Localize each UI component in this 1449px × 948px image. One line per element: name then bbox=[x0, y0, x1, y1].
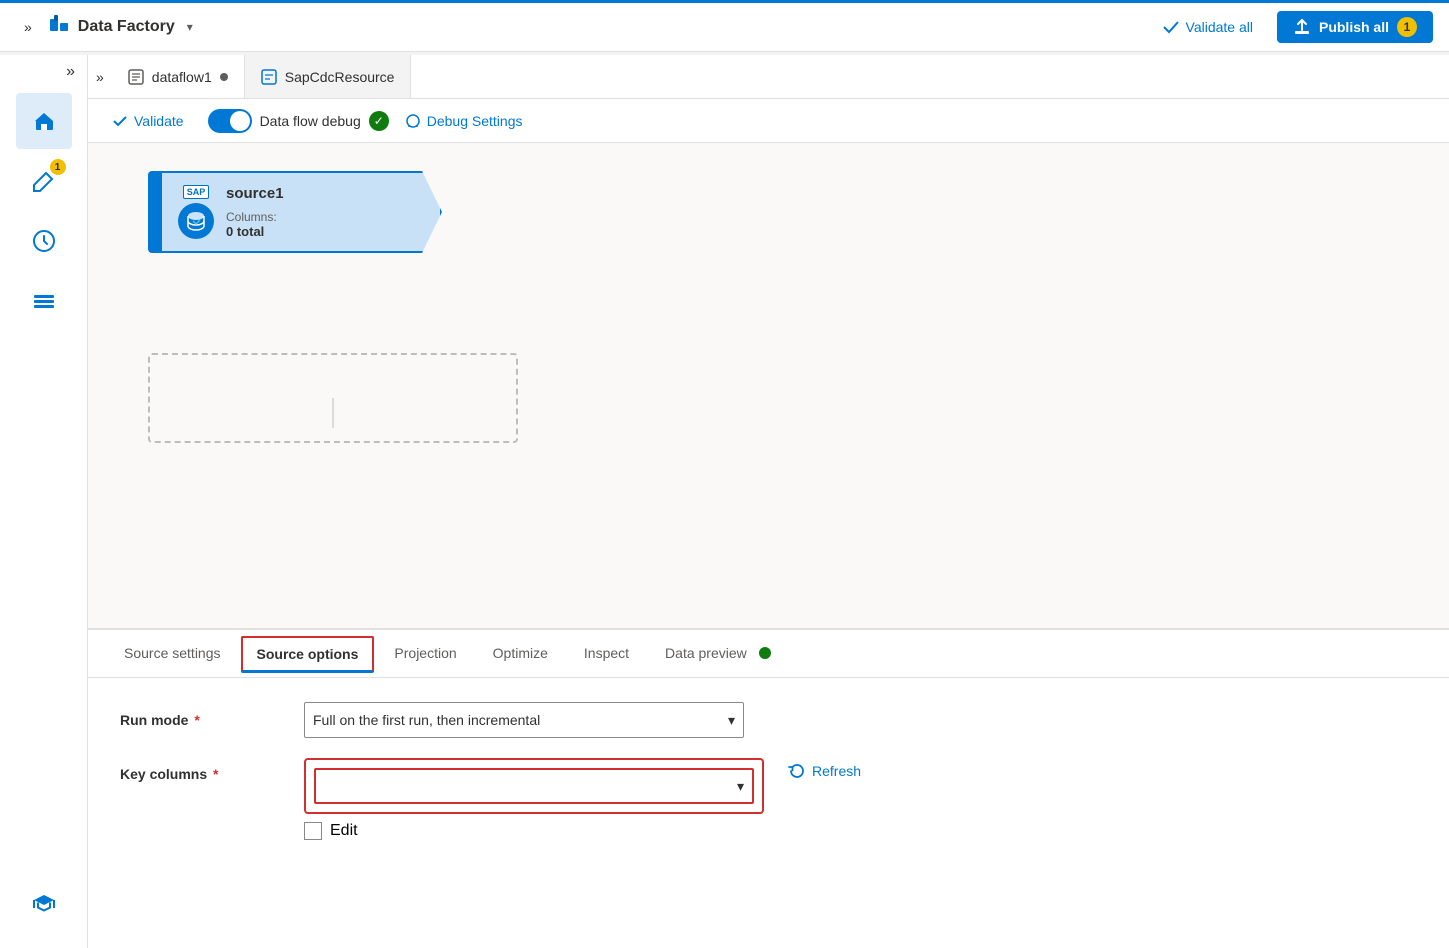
edit-label: Edit bbox=[330, 822, 358, 840]
validate-all-button[interactable]: Validate all bbox=[1154, 14, 1261, 40]
sidebar-item-home[interactable] bbox=[16, 93, 72, 149]
run-mode-dropdown-icon: ▾ bbox=[728, 712, 735, 729]
sidebar-item-monitor[interactable] bbox=[16, 213, 72, 269]
tab-sapcdc-label: SapCdcResource bbox=[285, 69, 395, 85]
tab-data-preview[interactable]: Data preview bbox=[649, 635, 787, 674]
data-flow-debug-toggle-container: Data flow debug ✓ bbox=[208, 109, 389, 133]
tab-dataflow1[interactable]: dataflow1 bbox=[112, 55, 245, 98]
tab-projection[interactable]: Projection bbox=[378, 635, 472, 674]
factory-icon bbox=[48, 13, 70, 41]
columns-label: Columns: bbox=[226, 210, 380, 224]
source-db-icon bbox=[178, 203, 214, 239]
edit-badge: 1 bbox=[50, 159, 66, 175]
sidebar-item-manage[interactable] bbox=[16, 273, 72, 329]
validate-all-label: Validate all bbox=[1186, 19, 1253, 35]
publish-all-label: Publish all bbox=[1319, 19, 1389, 35]
top-bar-left: » Data Factory ▾ bbox=[16, 13, 193, 41]
factory-name: Data Factory bbox=[78, 18, 175, 36]
placeholder-node bbox=[148, 353, 518, 443]
sidebar: » 1 bbox=[0, 55, 88, 948]
key-columns-label: Key columns * bbox=[120, 766, 280, 782]
tab-expand-icon[interactable]: » bbox=[96, 69, 104, 85]
key-columns-required: * bbox=[209, 766, 218, 782]
key-columns-dropdown-icon: ▾ bbox=[737, 778, 744, 795]
source-name: source1 bbox=[226, 185, 380, 202]
nav-expand-icon[interactable]: » bbox=[24, 19, 32, 35]
add-node-button[interactable]: + bbox=[428, 243, 456, 271]
placeholder-line bbox=[333, 398, 334, 428]
source-info: source1 Columns: 0 total bbox=[226, 185, 380, 239]
tab-bar: » dataflow1 SapCdcResource bbox=[88, 55, 1449, 99]
run-mode-row: Run mode * Full on the first run, then i… bbox=[120, 702, 1417, 738]
source-node-body[interactable]: SAP source1 Columns: bbox=[162, 171, 442, 253]
debug-settings-label: Debug Settings bbox=[427, 113, 523, 129]
sidebar-expand[interactable]: » bbox=[0, 63, 87, 81]
debug-settings-button[interactable]: Debug Settings bbox=[405, 113, 523, 129]
sidebar-item-edit[interactable]: 1 bbox=[16, 153, 72, 209]
sap-label: SAP bbox=[183, 185, 210, 199]
expand-icon[interactable]: » bbox=[66, 63, 75, 81]
tab-source-settings[interactable]: Source settings bbox=[108, 635, 237, 674]
debug-status-icon: ✓ bbox=[369, 111, 389, 131]
canvas-area: SAP source1 Columns: bbox=[88, 143, 1449, 628]
tab-unsaved-dot bbox=[220, 73, 228, 81]
publish-badge: 1 bbox=[1397, 17, 1417, 37]
tab-sapcdc[interactable]: SapCdcResource bbox=[245, 55, 412, 98]
sidebar-item-learn[interactable] bbox=[16, 876, 72, 932]
refresh-label: Refresh bbox=[812, 763, 861, 779]
tab-inspect[interactable]: Inspect bbox=[568, 635, 645, 674]
main-content: » dataflow1 SapCdcResource Validate Data… bbox=[88, 55, 1449, 948]
run-mode-value: Full on the first run, then incremental bbox=[313, 712, 540, 728]
source-icon-area: SAP bbox=[178, 185, 214, 239]
data-preview-status-dot bbox=[759, 647, 771, 659]
bottom-panel: Source settings Source options Projectio… bbox=[88, 628, 1449, 948]
tab-dataflow1-label: dataflow1 bbox=[152, 69, 212, 85]
top-bar: » Data Factory ▾ Validate all Publish al… bbox=[0, 0, 1449, 52]
factory-dropdown-icon[interactable]: ▾ bbox=[187, 20, 193, 34]
run-mode-required: * bbox=[190, 712, 199, 728]
refresh-button[interactable]: Refresh bbox=[788, 762, 861, 780]
tab-source-options[interactable]: Source options bbox=[241, 636, 375, 673]
toolbar: Validate Data flow debug ✓ Debug Setting… bbox=[88, 99, 1449, 143]
data-flow-debug-toggle[interactable] bbox=[208, 109, 252, 133]
publish-all-button[interactable]: Publish all 1 bbox=[1277, 11, 1433, 43]
panel-tabs: Source settings Source options Projectio… bbox=[88, 630, 1449, 678]
source-node-left-bar bbox=[148, 171, 162, 253]
key-columns-select[interactable]: ▾ bbox=[314, 768, 754, 804]
run-mode-label: Run mode * bbox=[120, 712, 280, 728]
data-flow-debug-label: Data flow debug bbox=[260, 113, 361, 129]
edit-row: Edit bbox=[304, 822, 764, 840]
run-mode-select[interactable]: Full on the first run, then incremental … bbox=[304, 702, 744, 738]
key-columns-row: Key columns * ▾ Edit bbox=[120, 758, 1417, 840]
panel-content: Run mode * Full on the first run, then i… bbox=[88, 678, 1449, 884]
tab-optimize[interactable]: Optimize bbox=[477, 635, 564, 674]
source-node[interactable]: SAP source1 Columns: bbox=[148, 171, 442, 253]
edit-checkbox[interactable] bbox=[304, 822, 322, 840]
columns-value: 0 total bbox=[226, 224, 380, 239]
validate-button[interactable]: Validate bbox=[104, 109, 192, 133]
source-node-inner: SAP source1 Columns: bbox=[178, 185, 380, 239]
key-columns-outlined-container: ▾ bbox=[304, 758, 764, 814]
validate-label: Validate bbox=[134, 113, 184, 129]
